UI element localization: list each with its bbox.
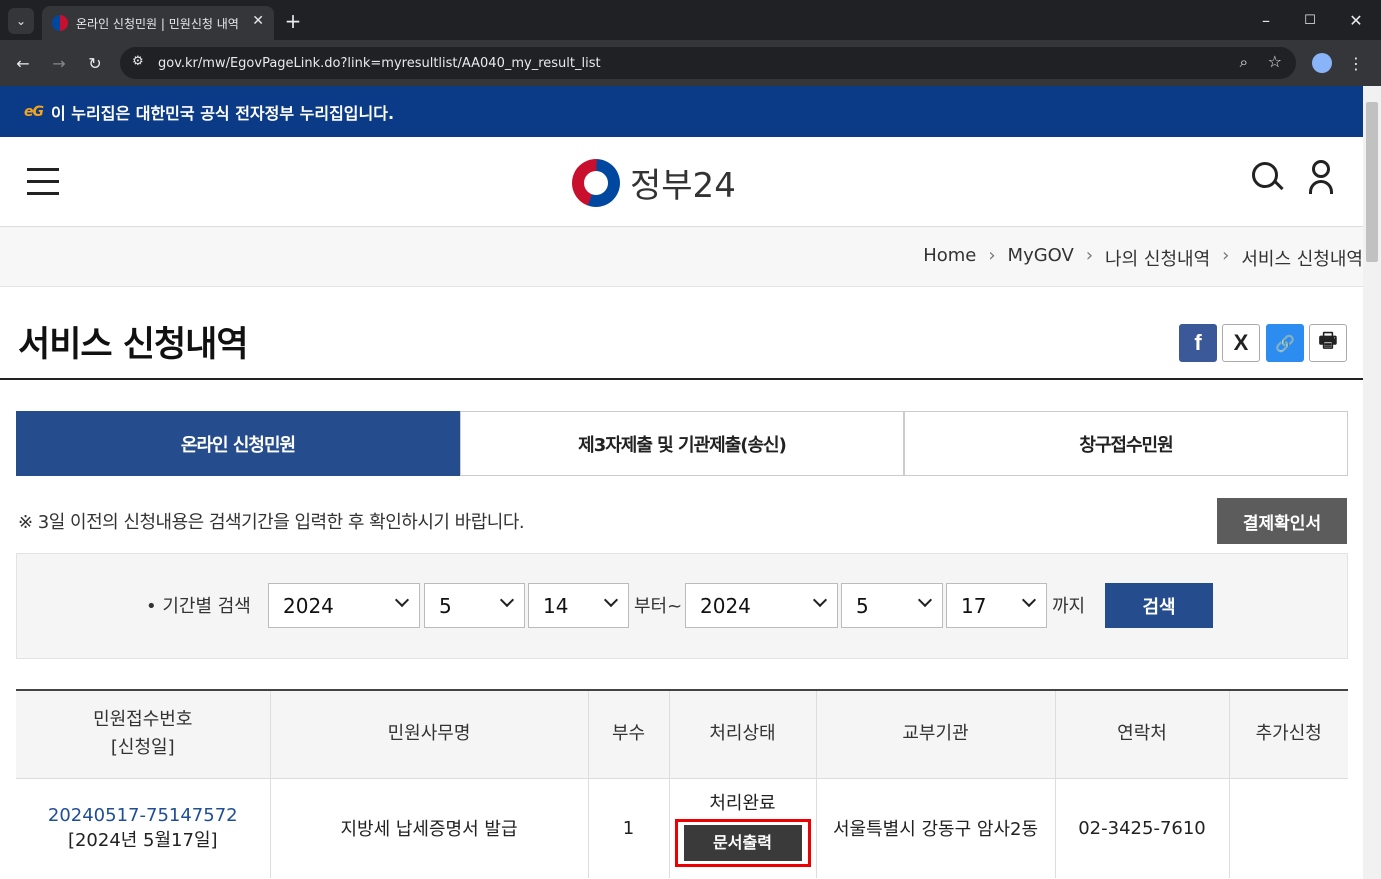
egov-logo-icon: eG (24, 103, 44, 120)
site-logo[interactable]: 정부24 (572, 158, 736, 207)
from-suffix-label: 부터~ (634, 596, 683, 617)
tab-third-party-submission[interactable]: 제3자제출 및 기관제출(송신) (460, 411, 904, 476)
facebook-share-icon[interactable]: f (1179, 324, 1217, 362)
chevron-down-icon (499, 592, 515, 608)
logo-text: 정부24 (630, 166, 736, 206)
browser-tab[interactable]: 온라인 신청민원 | 민원신청 내역 ✕ (42, 6, 274, 40)
breadcrumb-home[interactable]: Home (923, 245, 976, 271)
payment-receipt-button[interactable]: 결제확인서 (1217, 498, 1347, 544)
print-document-button[interactable]: 문서출력 (683, 825, 802, 862)
chevron-right-icon: › (988, 245, 996, 266)
table-row: 20240517-75147572 [2024년 5월17일] 지방세 납세증명… (16, 778, 1348, 878)
to-year-value: 2024 (700, 593, 751, 618)
maximize-button[interactable]: ☐ (1300, 8, 1320, 32)
receipt-cell: 20240517-75147572 [2024년 5월17일] (16, 778, 270, 878)
from-month-value: 5 (439, 593, 452, 618)
title-divider (0, 378, 1363, 380)
search-icon[interactable] (1252, 162, 1278, 188)
status-text: 처리완료 (709, 793, 776, 815)
to-day-value: 17 (961, 593, 987, 618)
scrollbar-thumb[interactable] (1366, 102, 1378, 262)
col-copies: 부수 (587, 689, 669, 779)
chevron-right-icon: › (1222, 245, 1230, 266)
extra-request-cell (1228, 778, 1348, 878)
x-share-icon[interactable]: X (1222, 324, 1260, 362)
from-month-select[interactable]: 5 (424, 583, 525, 628)
bookmark-star-icon[interactable]: ☆ (1268, 52, 1282, 71)
from-day-value: 14 (543, 593, 569, 618)
official-site-banner: eG 이 누리집은 대한민국 공식 전자정부 누리집입니다. (0, 86, 1363, 137)
profile-avatar[interactable] (1312, 53, 1332, 73)
search-period-label: • 기간별 검색 (146, 596, 251, 617)
tab-online-requests[interactable]: 온라인 신청민원 (16, 411, 460, 476)
col-phone: 연락처 (1054, 689, 1229, 779)
to-day-select[interactable]: 17 (946, 583, 1047, 628)
results-table: 민원접수번호 [신청일] 민원사무명 부수 처리상태 교부기관 연락처 추가신청 … (16, 689, 1348, 878)
zoom-icon[interactable]: ⌕ (1240, 53, 1248, 71)
browser-menu-icon[interactable]: ⋮ (1348, 52, 1364, 74)
from-year-value: 2024 (283, 593, 334, 618)
to-suffix-label: 까지 (1052, 596, 1086, 617)
url-text: gov.kr/mw/EgovPageLink.do?link=myresultl… (158, 55, 601, 71)
chevron-down-icon (917, 592, 933, 608)
print-icon[interactable]: 🖶 (1309, 324, 1347, 362)
chevron-down-icon (603, 592, 619, 608)
breadcrumb-current: 서비스 신청내역 (1241, 249, 1363, 270)
taegeuk-emblem-icon (572, 158, 620, 207)
new-tab-button[interactable]: + (282, 9, 304, 33)
search-button[interactable]: 검색 (1105, 583, 1213, 628)
copies-cell: 1 (587, 778, 669, 878)
col-status: 처리상태 (668, 689, 816, 779)
from-day-select[interactable]: 14 (528, 583, 629, 628)
request-date: [2024년 5월17일] (67, 829, 218, 851)
menu-icon[interactable] (27, 168, 59, 204)
col-receipt-number: 민원접수번호 [신청일] (16, 689, 270, 779)
close-window-button[interactable]: ✕ (1346, 8, 1366, 32)
minimize-button[interactable]: – (1256, 8, 1276, 32)
site-info-icon[interactable]: ⚙ (132, 54, 144, 69)
forward-icon[interactable]: → (48, 52, 70, 74)
back-icon[interactable]: ← (12, 52, 34, 74)
chevron-down-icon (1021, 592, 1037, 608)
breadcrumb-my-requests[interactable]: 나의 신청내역 (1105, 245, 1210, 271)
highlight-box: 문서출력 (674, 819, 811, 868)
copy-link-icon[interactable]: 🔗 (1266, 324, 1304, 362)
breadcrumb-mygov[interactable]: MyGOV (1008, 245, 1074, 271)
favicon-icon (52, 15, 68, 31)
receipt-number-link[interactable]: 20240517-75147572 (17, 805, 269, 826)
agency-cell: 서울특별시 강동구 암사2동 (815, 778, 1055, 878)
banner-text: 이 누리집은 대한민국 공식 전자정부 누리집입니다. (51, 103, 395, 123)
to-month-value: 5 (856, 593, 869, 618)
col-agency: 교부기관 (815, 689, 1055, 779)
to-month-select[interactable]: 5 (841, 583, 943, 628)
page-title: 서비스 신청내역 (18, 325, 249, 365)
phone-cell: 02-3425-7610 (1054, 778, 1229, 878)
tab-counter-requests[interactable]: 창구접수민원 (904, 411, 1348, 476)
breadcrumb: Home › MyGOV › 나의 신청내역 › 서비스 신청내역 (923, 245, 1363, 271)
tab-title: 온라인 신청민원 | 민원신청 내역 (76, 16, 239, 31)
status-cell: 처리완료 문서출력 (668, 778, 816, 878)
col-extra-request: 추가신청 (1228, 689, 1348, 779)
service-name-cell: 지방세 납세증명서 발급 (269, 778, 588, 878)
chevron-down-icon (394, 592, 410, 608)
from-year-select[interactable]: 2024 (268, 583, 420, 628)
table-header-row: 민원접수번호 [신청일] 민원사무명 부수 처리상태 교부기관 연락처 추가신청 (16, 689, 1348, 779)
chevron-down-icon (812, 592, 828, 608)
search-notice: ※ 3일 이전의 신청내용은 검색기간을 입력한 후 확인하시기 바랍니다. (18, 512, 525, 533)
address-bar[interactable]: ⚙ gov.kr/mw/EgovPageLink.do?link=myresul… (120, 47, 1296, 79)
to-year-select[interactable]: 2024 (685, 583, 838, 628)
reload-icon[interactable]: ↻ (84, 52, 106, 74)
col-service-name: 민원사무명 (269, 689, 588, 779)
user-icon[interactable] (1309, 160, 1333, 196)
tab-search-button[interactable]: ⌄ (8, 8, 34, 34)
chevron-right-icon: › (1085, 245, 1094, 266)
close-tab-icon[interactable]: ✕ (252, 13, 264, 29)
